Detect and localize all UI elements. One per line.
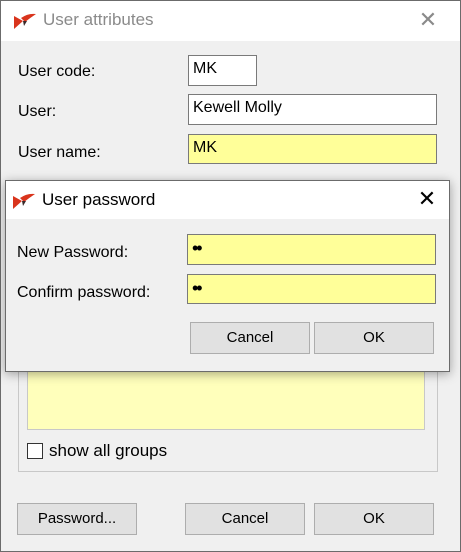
groups-list[interactable] [27,370,425,430]
new-password-input[interactable]: •• [187,234,436,265]
close-icon[interactable]: ✕ [414,7,442,35]
password-dialog-title: User password [42,190,156,209]
password-button[interactable]: Password... [17,503,137,535]
user-code-input[interactable]: MK [188,55,257,86]
cancel-button[interactable]: Cancel [185,503,305,535]
close-icon[interactable]: ✕ [413,186,441,214]
title-bar[interactable]: User attributes ✕ [1,1,460,41]
show-all-groups-checkbox[interactable] [27,443,43,459]
password-cancel-button[interactable]: Cancel [190,322,310,354]
user-name-label: User name: [18,144,101,161]
show-all-groups-label: show all groups [49,441,168,460]
dialog-title: User attributes [43,10,154,29]
user-password-dialog: User password ✕ New Password: •• Confirm… [5,180,450,372]
groups-panel: show all groups [18,369,438,472]
confirm-password-input[interactable]: •• [187,274,436,304]
password-title-bar[interactable]: User password ✕ [6,181,449,219]
user-input[interactable]: Kewell Molly [188,94,437,125]
new-password-label: New Password: [17,244,129,261]
confirm-password-label: Confirm password: [17,284,151,301]
password-ok-button[interactable]: OK [314,322,434,354]
user-name-input[interactable]: MK [188,134,437,164]
app-logo-icon [14,13,36,29]
app-logo-icon [13,193,35,209]
ok-button[interactable]: OK [314,503,434,535]
user-code-label: User code: [18,63,96,80]
user-label: User: [18,103,57,120]
